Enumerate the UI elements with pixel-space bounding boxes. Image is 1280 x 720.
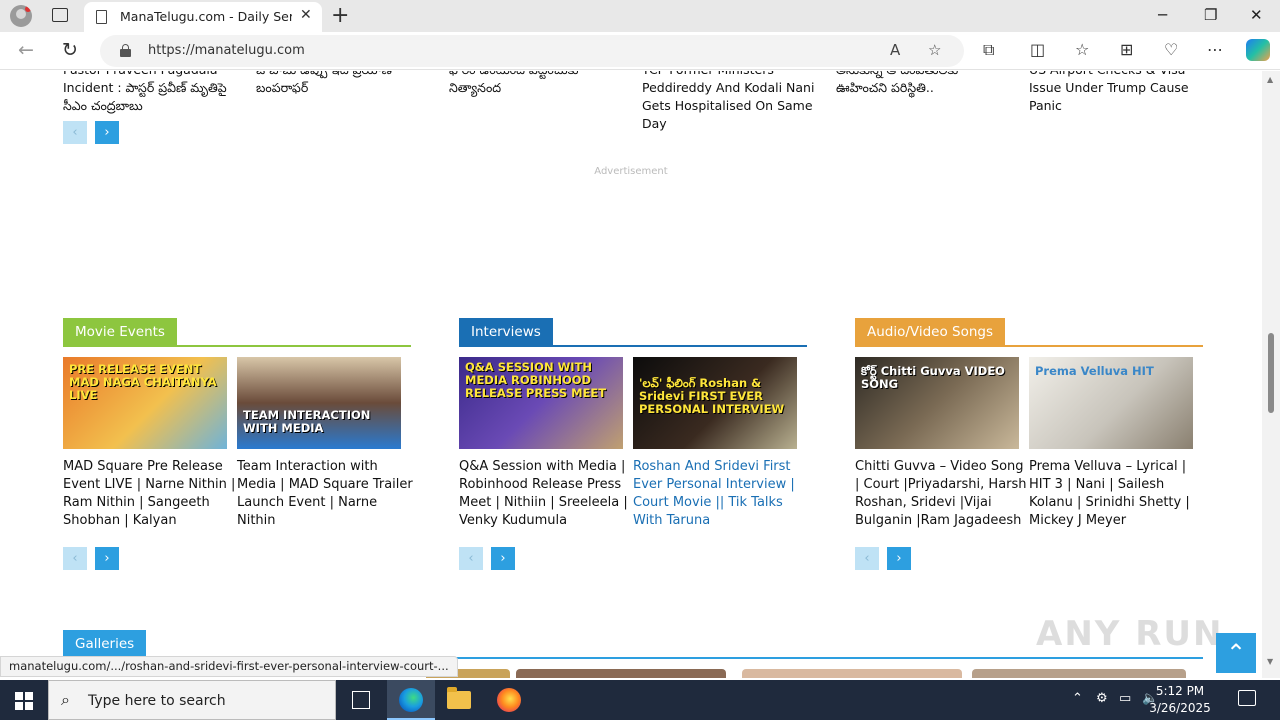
thumbnail-caption: కోర్ట్ Chitti Guvva VIDEO SONG [861,364,1005,391]
songs-prev-button[interactable]: ‹ [855,547,879,570]
web-page-content: Pastor Praveen Pagadala Incident : పాస్ట… [0,71,1262,678]
profile-avatar-icon[interactable] [10,5,32,27]
tab-close-button[interactable]: ✕ [300,7,312,23]
favorites-icon[interactable]: ☆ [1075,40,1089,59]
extensions-icon[interactable]: ⧉ [983,40,994,60]
song-title[interactable]: Prema Velluva – Lyrical | HIT 3 | Nani |… [1029,458,1201,530]
gallery-thumbnail[interactable] [742,669,962,678]
windows-start-icon[interactable] [15,692,33,710]
thumbnail-caption: TEAM INTERACTION WITH MEDIA [243,408,371,435]
scroll-thumb[interactable] [1268,333,1274,413]
firefox-icon [497,688,521,712]
tab-title: ManaTelugu.com - Daily Serials | [120,9,292,24]
notification-center-icon[interactable] [1238,690,1256,706]
copilot-icon[interactable] [1246,39,1270,61]
advertisement-label: Advertisement [594,166,668,177]
file-explorer-icon [447,687,471,709]
thumbnail-caption: Q&A SESSION WITH MEDIA ROBINHOOD RELEASE… [465,360,607,400]
interviews-rule [459,345,807,347]
interview-title[interactable]: Q&A Session with Media | Robinhood Relea… [459,458,635,530]
top-news-prev-button[interactable]: ‹ [63,121,87,144]
song-thumbnail[interactable]: Prema Velluva HIT [1029,357,1193,449]
read-aloud-icon[interactable]: A [890,41,900,59]
scroll-down-arrow-icon[interactable]: ▼ [1267,657,1273,666]
top-news-next-button[interactable]: › [95,121,119,144]
network-icon[interactable]: ▭ [1119,691,1131,706]
browser-essentials-icon[interactable]: ♡ [1164,40,1178,59]
show-hidden-icons-chevron-icon[interactable]: ⌃ [1072,691,1083,706]
taskbar-firefox-button[interactable] [485,680,533,720]
taskbar-search-box[interactable]: ⌕ Type here to search [48,680,336,720]
restore-button[interactable]: ❐ [1204,6,1217,24]
interviews-heading[interactable]: Interviews [459,318,553,347]
interviews-next-button[interactable]: › [491,547,515,570]
url-text[interactable]: https://manatelugu.com [148,43,305,58]
new-tab-button[interactable]: + [331,3,349,28]
clock-date: 3/26/2025 [1149,701,1211,715]
page-document-icon [96,10,107,24]
interviews-prev-button[interactable]: ‹ [459,547,483,570]
top-news-item[interactable]: ఓ బాబు ఉప్పు ఇది ప్రయాణ బంపరాఫర్ [256,71,431,97]
window-close-button[interactable]: ✕ [1250,6,1263,24]
collections-icon[interactable]: ⊞ [1120,40,1133,59]
interview-thumbnail[interactable]: 'లవ్' ఫీలింగ్ Roshan & Sridevi FIRST EVE… [633,357,797,449]
browser-toolbar: ← ↻ https://manatelugu.com A ☆ ⧉ ◫ ☆ ⊞ ♡… [0,32,1280,70]
minimize-button[interactable]: ─ [1158,6,1167,24]
movie-event-thumbnail[interactable]: PRE RELEASE EVENT MAD NAGA CHAITANYA LIV… [63,357,227,449]
split-screen-icon[interactable]: ◫ [1030,40,1045,59]
thumbnail-caption: 'లవ్' ఫీలింగ్ Roshan & Sridevi FIRST EVE… [639,376,785,416]
refresh-icon[interactable]: ↻ [62,39,78,61]
search-icon: ⌕ [61,690,70,709]
movie-event-thumbnail[interactable]: TEAM INTERACTION WITH MEDIA [237,357,401,449]
edge-browser-icon [399,688,423,712]
top-news-item[interactable]: US Airport Checks & Visa Issue Under Tru… [1029,71,1204,115]
browser-titlebar: ManaTelugu.com - Daily Serials | ✕ + ─ ❐… [0,0,1280,32]
page-scrollbar[interactable]: ▲ ▼ [1262,71,1280,678]
movie-events-heading[interactable]: Movie Events [63,318,177,347]
audio-video-songs-rule [855,345,1203,347]
task-view-icon[interactable] [352,691,370,709]
anyrun-watermark: ANY RUN [1036,614,1224,654]
windows-taskbar: ⌕ Type here to search ⌃ ⚙ ▭ 🔈 5:12 PM 3/… [0,680,1280,720]
gallery-thumbnail[interactable] [516,669,726,678]
favorite-star-icon[interactable]: ☆ [928,41,941,59]
clock-time: 5:12 PM [1155,684,1205,698]
audio-video-songs-heading[interactable]: Audio/Video Songs [855,318,1006,347]
taskbar-edge-button[interactable] [387,680,435,720]
browser-tab[interactable]: ManaTelugu.com - Daily Serials | ✕ [84,2,322,32]
address-bar[interactable]: https://manatelugu.com A ☆ [100,35,964,67]
gallery-thumbnail[interactable] [972,669,1186,678]
thumbnail-caption: Prema Velluva HIT [1035,364,1154,378]
top-news-item[interactable]: Pastor Praveen Pagadala Incident : పాస్ట… [63,71,238,115]
movie-events-next-button[interactable]: › [95,547,119,570]
link-status-bar: manatelugu.com/.../roshan-and-sridevi-fi… [0,656,458,677]
movie-event-title[interactable]: MAD Square Pre Release Event LIVE | Narn… [63,458,239,530]
thumbnail-caption: PRE RELEASE EVENT MAD NAGA CHAITANYA LIV… [69,362,217,402]
more-menu-icon[interactable]: ⋯ [1207,40,1223,59]
taskbar-search-placeholder[interactable]: Type here to search [88,693,226,709]
song-title[interactable]: Chitti Guvva – Video Song | Court |Priya… [855,458,1027,530]
tab-actions-icon[interactable] [52,8,68,22]
top-news-item[interactable]: YCP Former Ministers Peddireddy And Koda… [642,71,827,133]
top-news-item[interactable]: ఫోరం ఉంటుంది పట్టించుకు నిత్యానంద [449,71,624,97]
back-arrow-icon[interactable]: ← [18,39,34,61]
taskbar-explorer-button[interactable] [435,680,483,720]
top-news-item[interactable]: అనుకున్న ఆ దంపతులకు ఊహించని పరిస్థితి.. [836,71,1011,97]
interview-thumbnail[interactable]: Q&A SESSION WITH MEDIA ROBINHOOD RELEASE… [459,357,623,449]
interview-title-hovered[interactable]: Roshan And Sridevi First Ever Personal I… [633,458,809,530]
song-thumbnail[interactable]: కోర్ట్ Chitti Guvva VIDEO SONG [855,357,1019,449]
scroll-up-arrow-icon[interactable]: ▲ [1267,75,1273,84]
movie-events-rule [63,345,411,347]
security-tray-icon[interactable]: ⚙ [1096,691,1108,706]
movie-event-title[interactable]: Team Interaction with Media | MAD Square… [237,458,413,530]
lock-icon[interactable] [120,44,131,57]
taskbar-clock[interactable]: 5:12 PM 3/26/2025 [1140,683,1220,717]
galleries-heading[interactable]: Galleries [63,630,147,659]
back-to-top-button[interactable]: ⌃ [1216,633,1256,673]
movie-events-prev-button[interactable]: ‹ [63,547,87,570]
songs-next-button[interactable]: › [887,547,911,570]
